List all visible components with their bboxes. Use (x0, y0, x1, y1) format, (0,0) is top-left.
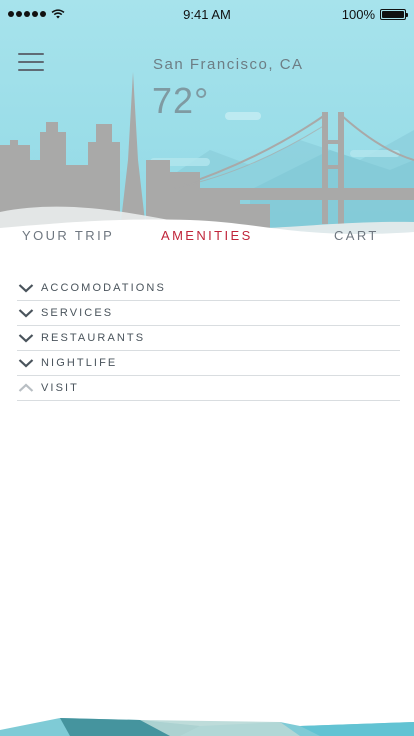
list-item-label: RESTAURANTS (41, 332, 146, 344)
menu-bar-icon (18, 69, 44, 71)
city-skyline-illustration (0, 72, 414, 262)
list-item-label: SERVICES (41, 307, 114, 319)
wifi-icon (51, 9, 65, 19)
status-left (8, 9, 65, 19)
list-item-visit[interactable]: VISIT (17, 376, 400, 401)
chevron-down-icon (18, 282, 36, 294)
city-label: San Francisco, CA (153, 56, 304, 73)
footer-wave-decoration (0, 718, 414, 736)
battery-percentage: 100% (341, 6, 375, 22)
list-item-restaurants[interactable]: RESTAURANTS (17, 326, 400, 351)
status-right: 100% (341, 6, 408, 22)
chevron-down-icon (18, 332, 36, 344)
list-item-label: VISIT (41, 382, 80, 394)
list-item-accomodations[interactable]: ACCOMODATIONS (17, 276, 400, 301)
amenities-list: ACCOMODATIONS SERVICES RESTAURANTS NIGHT… (17, 276, 400, 401)
tab-cart[interactable]: CART (334, 228, 379, 243)
tab-bar: YOUR TRIP AMENITIES CART (0, 228, 414, 254)
list-item-nightlife[interactable]: NIGHTLIFE (17, 351, 400, 376)
list-item-label: ACCOMODATIONS (41, 282, 166, 294)
hero-banner (0, 0, 414, 262)
chevron-up-icon (18, 382, 36, 394)
signal-strength-icon (8, 11, 46, 17)
tab-amenities[interactable]: AMENITIES (161, 228, 253, 243)
menu-bar-icon (18, 61, 44, 63)
menu-bar-icon (18, 53, 44, 55)
chevron-down-icon (18, 357, 36, 369)
app-screen: 9:41 AM 100% San Francisco, CA 72° YOUR … (0, 0, 414, 736)
battery-icon (380, 8, 408, 20)
list-item-label: NIGHTLIFE (41, 357, 118, 369)
temperature-readout: 72° (152, 80, 210, 121)
status-bar: 9:41 AM 100% (0, 0, 414, 28)
list-item-services[interactable]: SERVICES (17, 301, 400, 326)
chevron-down-icon (18, 307, 36, 319)
hamburger-menu-button[interactable] (18, 53, 44, 71)
tab-your-trip[interactable]: YOUR TRIP (22, 228, 114, 243)
